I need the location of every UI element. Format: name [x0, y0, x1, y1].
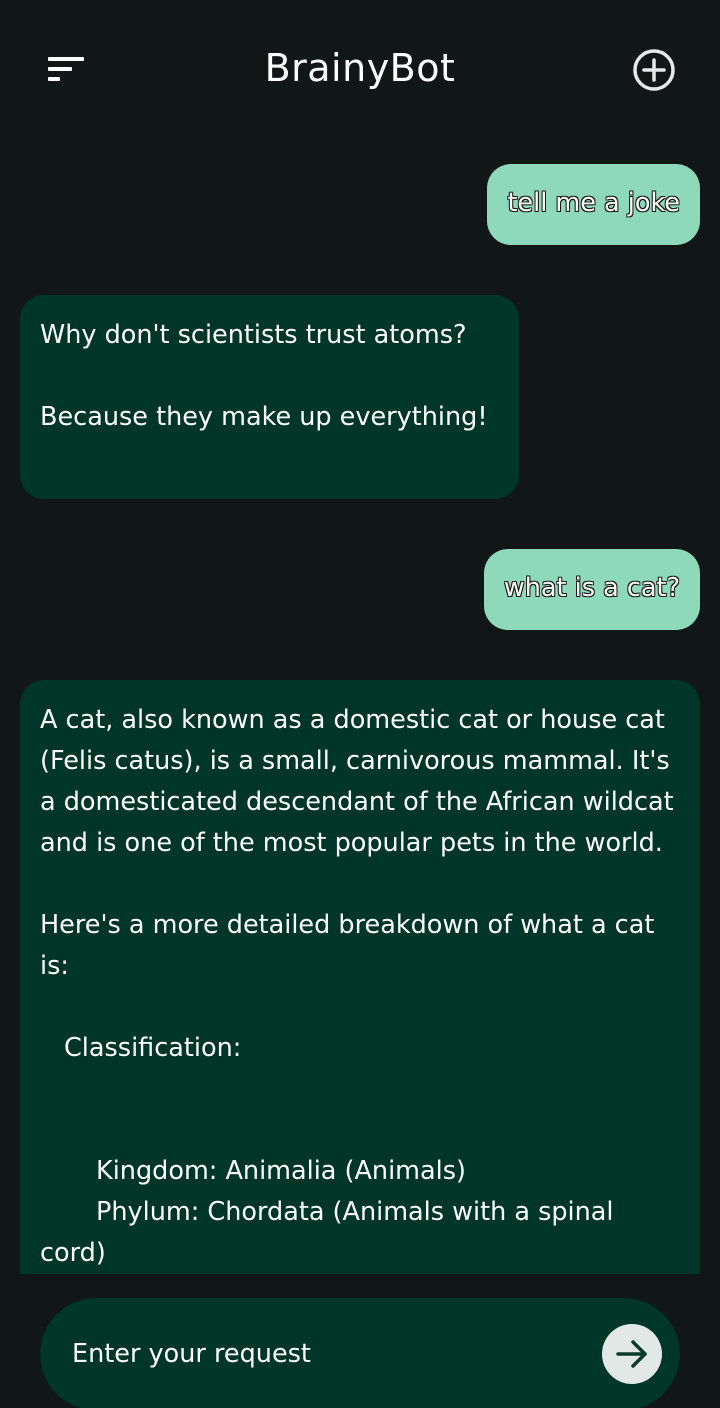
message-line: Because they make up everything!	[40, 402, 488, 432]
message-line: Why don't scientists trust atoms?	[40, 320, 467, 350]
user-message: tell me a joke	[487, 164, 700, 245]
app-title: BrainyBot	[264, 46, 456, 90]
message-text: tell me a joke	[507, 188, 680, 218]
chat-message-list[interactable]: tell me a joke Why don't scientists trus…	[0, 140, 720, 1274]
app-header: BrainyBot	[0, 0, 720, 140]
arrow-right-icon	[616, 1340, 647, 1368]
message-list-item: Phylum: Chordata (Animals with a spinal …	[40, 1197, 622, 1268]
message-section-heading: Classification:	[64, 1033, 242, 1063]
user-message: what is a cat?	[483, 549, 700, 630]
request-input[interactable]	[72, 1326, 572, 1382]
message-text: what is a cat?	[503, 573, 680, 603]
bot-message: A cat, also known as a domestic cat or h…	[20, 680, 700, 1274]
app: BrainyBot tell me a joke Why don't scien…	[0, 0, 720, 1408]
message-paragraph: A cat, also known as a domestic cat or h…	[40, 705, 682, 858]
message-list-item: Kingdom: Animalia (Animals)	[96, 1156, 466, 1186]
bot-message: Why don't scientists trust atoms? Becaus…	[20, 295, 519, 499]
new-chat-button[interactable]	[626, 42, 682, 98]
message-paragraph: Here's a more detailed breakdown of what…	[40, 910, 663, 981]
plus-circle-icon	[633, 49, 675, 91]
message-input-bar	[40, 1298, 680, 1408]
send-button[interactable]	[602, 1324, 662, 1384]
